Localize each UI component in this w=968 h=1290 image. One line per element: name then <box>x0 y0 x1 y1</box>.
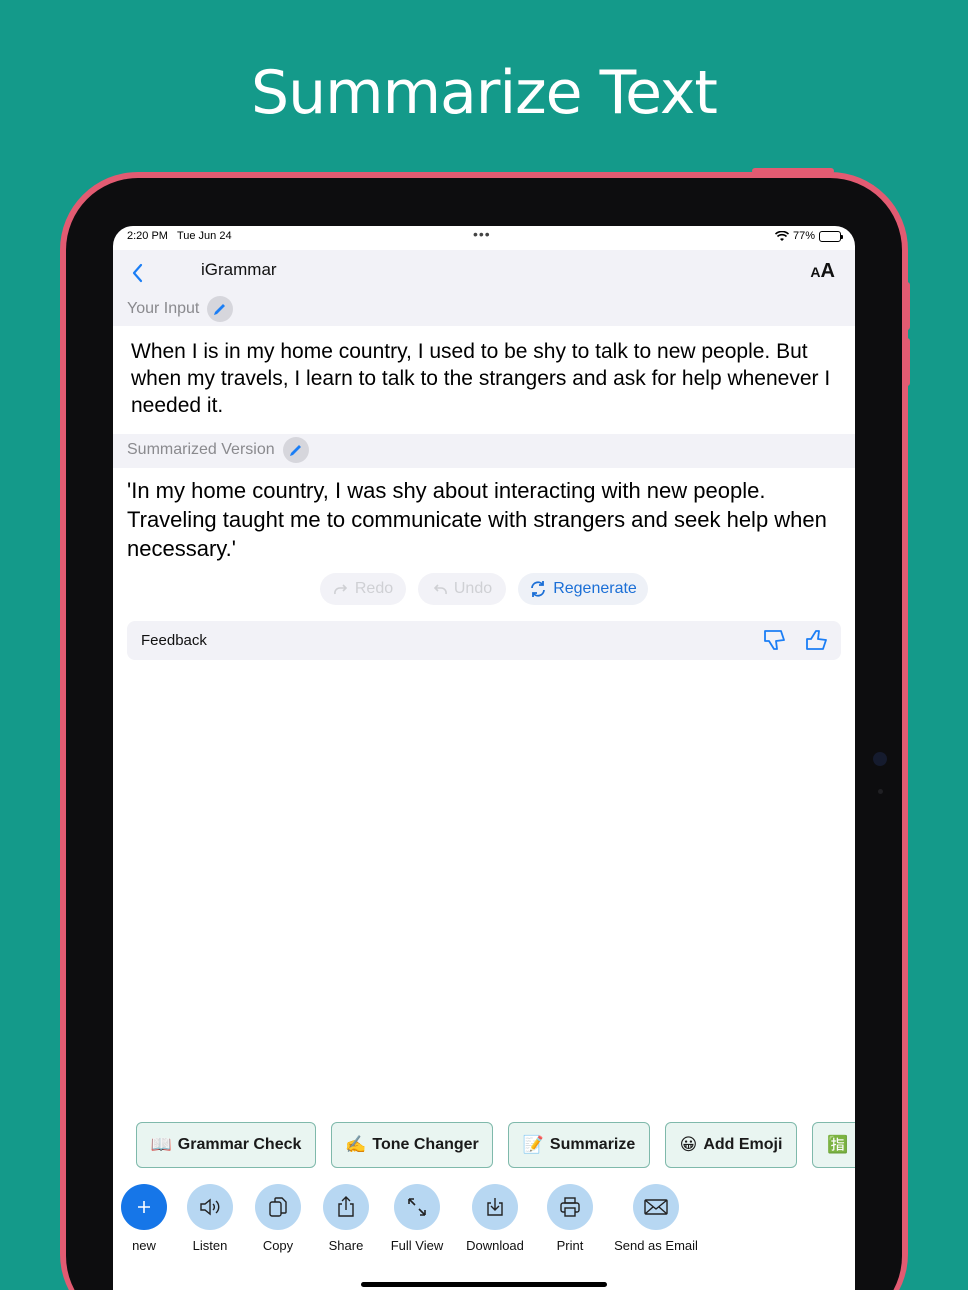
summary-actions: Redo Undo Regenerate <box>113 573 855 605</box>
share-button[interactable]: Share <box>306 1184 386 1253</box>
memo-icon: 📝 <box>522 1135 544 1154</box>
text-size-button[interactable]: AA <box>810 260 835 283</box>
app-screen: 2:20 PM Tue Jun 24 ••• 77% iGrammar AA Y… <box>113 226 855 1290</box>
status-date: Tue Jun 24 <box>176 230 232 242</box>
tool-chips: 📖 Grammar Check ✍️ Tone Changer 📝 Summar… <box>113 1122 855 1170</box>
feedback-bar: Feedback <box>127 621 841 660</box>
chip-tone-changer[interactable]: ✍️ Tone Changer <box>331 1122 493 1168</box>
undo-icon <box>433 584 447 595</box>
bottom-toolbar: new Listen Copy Share Full View Download… <box>113 1184 855 1264</box>
input-card: When I is in my home country, I used to … <box>113 326 855 434</box>
input-text[interactable]: When I is in my home country, I used to … <box>131 338 837 419</box>
back-chevron-icon[interactable] <box>131 259 143 290</box>
battery-icon <box>819 230 843 242</box>
printer-icon <box>547 1184 593 1230</box>
camera-icon <box>873 752 887 766</box>
home-indicator[interactable] <box>361 1282 607 1287</box>
headline: Summarize Text <box>251 58 718 128</box>
feedback-label: Feedback <box>141 632 207 649</box>
chip-summarize[interactable]: 📝 Summarize <box>508 1122 650 1168</box>
status-time: 2:20 PM <box>127 230 168 242</box>
print-button[interactable]: Print <box>530 1184 610 1253</box>
chip-add-emoji[interactable]: 😀 Add Emoji <box>665 1122 797 1168</box>
chip-grammar-check[interactable]: 📖 Grammar Check <box>136 1122 316 1168</box>
chip-partial[interactable]: 🈯 <box>812 1122 855 1168</box>
full-view-button[interactable]: Full View <box>377 1184 457 1253</box>
refresh-icon <box>531 581 546 597</box>
summary-section-label: Summarized Version <box>127 441 275 458</box>
download-icon <box>472 1184 518 1230</box>
copy-icon <box>255 1184 301 1230</box>
page-title: iGrammar <box>201 260 277 279</box>
volume-down-button <box>904 338 910 386</box>
pencil-icon <box>214 304 226 315</box>
finger-sign-icon: 🈯 <box>827 1135 849 1154</box>
smiley-icon: 😀 <box>679 1135 698 1154</box>
volume-up-button <box>904 282 910 330</box>
download-button[interactable]: Download <box>455 1184 535 1253</box>
edit-input-button[interactable] <box>207 296 234 322</box>
writing-hand-icon: ✍️ <box>345 1135 367 1154</box>
book-icon: 📖 <box>150 1135 172 1154</box>
sensor-dot <box>878 789 883 794</box>
send-email-button[interactable]: Send as Email <box>606 1184 706 1253</box>
envelope-icon <box>633 1184 679 1230</box>
thumbs-up-icon[interactable] <box>803 627 829 653</box>
speaker-icon <box>187 1184 233 1230</box>
input-section-header: Your Input <box>127 296 234 322</box>
wifi-icon <box>774 230 789 241</box>
regenerate-button[interactable]: Regenerate <box>518 573 648 605</box>
thumbs-down-icon[interactable] <box>761 627 787 653</box>
summary-text[interactable]: 'In my home country, I was shy about int… <box>127 476 827 563</box>
redo-icon <box>334 584 348 595</box>
plus-icon <box>121 1184 167 1230</box>
multitasking-dots-icon[interactable]: ••• <box>473 226 491 242</box>
input-section-label: Your Input <box>127 300 200 317</box>
redo-button[interactable]: Redo <box>320 573 406 605</box>
top-button <box>752 168 834 174</box>
undo-button[interactable]: Undo <box>418 573 506 605</box>
edit-summary-button[interactable] <box>282 437 309 463</box>
battery-percent: 77% <box>792 230 815 242</box>
summary-section-header: Summarized Version <box>127 437 309 463</box>
share-icon <box>323 1184 369 1230</box>
status-bar: 2:20 PM Tue Jun 24 ••• 77% <box>113 226 855 250</box>
expand-icon <box>394 1184 440 1230</box>
pencil-icon <box>289 445 301 456</box>
